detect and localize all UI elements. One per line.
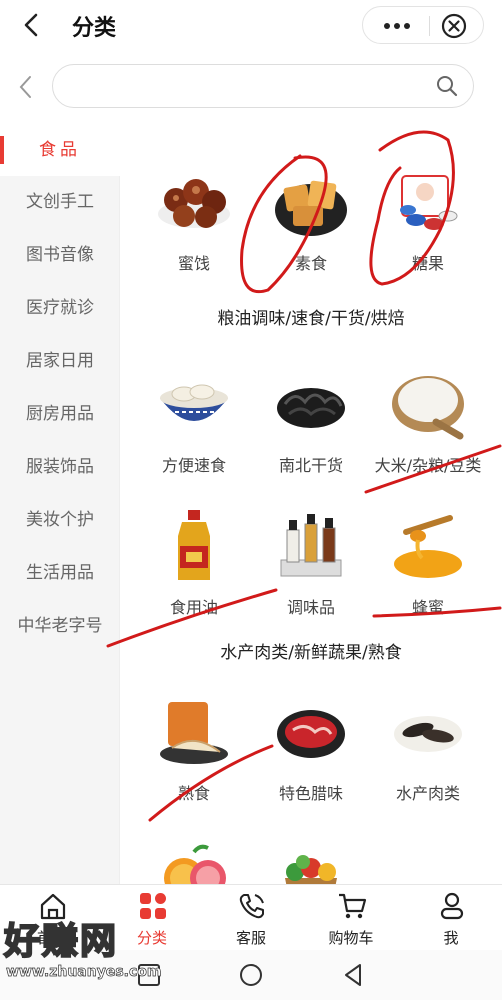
cart-icon (339, 893, 367, 919)
cooked-meat-image (160, 702, 228, 764)
category-cell[interactable] (251, 822, 371, 884)
sea-cucumber-image (394, 716, 462, 752)
back-arrow-icon[interactable] (18, 11, 46, 39)
sidebar-item-living[interactable]: 生活用品 (0, 547, 120, 599)
category-cell[interactable] (134, 822, 254, 884)
page-title: 分类 (72, 16, 117, 41)
search-bar-row (0, 56, 502, 118)
candy-image (400, 175, 458, 230)
category-cell[interactable]: 南北干货 (251, 352, 371, 482)
rice-image (392, 376, 464, 440)
citrus-fruit-image (164, 844, 226, 884)
honey-image (394, 515, 462, 578)
category-cell[interactable]: 调味品 (251, 494, 371, 624)
phone-icon (239, 894, 264, 919)
close-circle-icon[interactable] (441, 13, 467, 39)
mini-program-capsule (362, 6, 484, 44)
site-watermark: 好赚网 www.zhuanyes.com (3, 912, 194, 990)
category-cell[interactable]: 食用油 (134, 494, 254, 624)
watermark-logo-text: 好赚网 (3, 920, 119, 963)
sidebar-item-beauty[interactable]: 美妆个护 (0, 494, 120, 546)
category-content: 蜜饯 素食 糖果 粮油调味/速食/干货/烘焙 方便速食 南北干货 大米/杂粮/豆… (120, 124, 502, 884)
vegetable-basket-image (285, 855, 337, 884)
category-cell[interactable]: 素食 (251, 150, 371, 280)
category-cell[interactable]: 大米/杂粮/豆类 (368, 352, 488, 482)
oil-bottle-image (178, 510, 210, 580)
search-icon[interactable] (435, 74, 459, 98)
section-title: 粮油调味/速食/干货/烘焙 (217, 309, 405, 329)
capsule-divider (429, 16, 430, 36)
search-box[interactable] (52, 64, 474, 108)
tab-customer-service[interactable]: 客服 (201, 885, 301, 951)
category-cell[interactable]: 糖果 (368, 150, 488, 280)
sidebar-item-household[interactable]: 居家日用 (0, 335, 120, 387)
more-options-icon[interactable] (377, 14, 417, 38)
category-cell[interactable]: 特色腊味 (251, 680, 371, 810)
seasoning-bottles-image (280, 514, 342, 577)
category-cell[interactable]: 蜜饯 (134, 150, 254, 280)
tofu-snack-image (275, 180, 347, 236)
chevron-left-icon[interactable] (14, 72, 38, 102)
back-triangle-icon[interactable] (340, 962, 366, 988)
sidebar-item-clothing[interactable]: 服装饰品 (0, 441, 120, 493)
category-label: 糖果 (411, 254, 444, 273)
category-sidebar: 食品 文创手工 图书音像 医疗就诊 居家日用 厨房用品 服装饰品 美妆个护 生活… (0, 124, 120, 884)
tab-label: 购物车 (328, 929, 374, 947)
cured-meat-image (277, 710, 345, 758)
tab-label: 我 (443, 929, 459, 947)
dumplings-image (160, 384, 228, 421)
category-label: 水产肉类 (395, 784, 460, 803)
category-label: 大米/杂粮/豆类 (374, 456, 482, 475)
tab-label: 客服 (235, 929, 266, 947)
sidebar-item-books-media[interactable]: 图书音像 (0, 229, 120, 281)
app-header: 分类 (0, 0, 502, 52)
home-circle-icon[interactable] (238, 962, 264, 988)
watermark-url: www.zhuanyes.com (6, 964, 162, 981)
sidebar-item-kitchen[interactable]: 厨房用品 (0, 388, 120, 440)
dried-fungus-image (277, 388, 345, 428)
category-cell[interactable]: 蜂蜜 (368, 494, 488, 624)
sidebar-item-time-honored[interactable]: 中华老字号 (0, 600, 120, 652)
tab-cart[interactable]: 购物车 (301, 885, 401, 951)
category-label: 蜂蜜 (411, 598, 444, 617)
sidebar-item-food[interactable]: 食品 (0, 124, 120, 176)
sidebar-item-crafts[interactable]: 文创手工 (0, 176, 120, 228)
category-cell[interactable]: 方便速食 (134, 352, 254, 482)
tab-me[interactable]: 我 (401, 885, 501, 951)
user-icon (440, 892, 464, 920)
sidebar-item-medical[interactable]: 医疗就诊 (0, 282, 120, 334)
category-cell[interactable]: 熟食 (134, 680, 254, 810)
category-cell[interactable]: 水产肉类 (368, 680, 488, 810)
section-title: 水产肉类/新鲜蔬果/熟食 (220, 643, 402, 663)
search-input[interactable] (71, 73, 421, 99)
candied-mushroom-image (158, 179, 230, 228)
